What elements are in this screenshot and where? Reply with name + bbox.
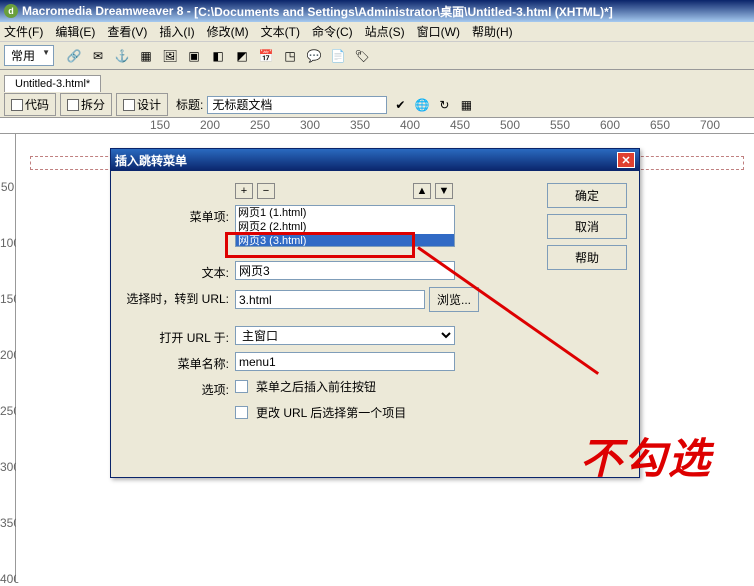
menu-modify[interactable]: 修改(M): [207, 23, 249, 40]
image-icon[interactable]: 🖼: [159, 45, 181, 67]
title-label: 标题:: [176, 96, 203, 113]
close-icon[interactable]: ✕: [617, 152, 635, 168]
menu-help[interactable]: 帮助(H): [472, 23, 513, 40]
url-input[interactable]: [235, 290, 425, 309]
comment-icon[interactable]: 💬: [303, 45, 325, 67]
refresh-icon[interactable]: ↻: [435, 96, 453, 114]
insert-go-button-checkbox[interactable]: [235, 380, 248, 393]
insert-toolbar: 常用 🔗 ✉ ⚓ ▦ 🖼 ▣ ◧ ◩ 📅 ◳ 💬 📄 🏷: [0, 42, 754, 70]
horizontal-ruler: 150200250 300350400 450500550 600650700: [0, 118, 754, 134]
div-icon[interactable]: ◧: [207, 45, 229, 67]
mail-icon[interactable]: ✉: [87, 45, 109, 67]
dialog-titlebar: 插入跳转菜单 ✕: [111, 149, 639, 171]
menu-commands[interactable]: 命令(C): [312, 23, 353, 40]
move-down-button[interactable]: ▼: [435, 183, 453, 199]
text-input[interactable]: [235, 261, 455, 280]
select-first-checkbox[interactable]: [235, 406, 248, 419]
open-in-select[interactable]: 主窗口: [235, 326, 455, 345]
date-icon[interactable]: 📅: [255, 45, 277, 67]
menu-edit[interactable]: 编辑(E): [55, 23, 95, 40]
app-title: Macromedia Dreamweaver 8: [22, 4, 183, 18]
split-view-button[interactable]: 拆分: [60, 93, 112, 116]
menu-insert[interactable]: 插入(I): [159, 23, 194, 40]
link-icon[interactable]: 🔗: [63, 45, 85, 67]
ok-button[interactable]: 确定: [547, 183, 627, 208]
table-icon[interactable]: ▦: [135, 45, 157, 67]
menu-name-label: 菜单名称:: [123, 352, 235, 372]
browse-button[interactable]: 浏览...: [429, 287, 479, 312]
highlight-box: [225, 232, 415, 258]
help-button[interactable]: 帮助: [547, 245, 627, 270]
dialog-title-text: 插入跳转菜单: [115, 152, 187, 169]
remove-item-button[interactable]: −: [257, 183, 275, 199]
document-title-input[interactable]: [207, 96, 387, 114]
tag-icon[interactable]: 🏷: [351, 45, 373, 67]
menubar: 文件(F) 编辑(E) 查看(V) 插入(I) 修改(M) 文本(T) 命令(C…: [0, 22, 754, 42]
app-titlebar: d Macromedia Dreamweaver 8 - [C:\Documen…: [0, 0, 754, 22]
vertical-ruler: 50100150 200250300 350400: [0, 134, 16, 582]
menu-name-input[interactable]: [235, 352, 455, 371]
document-tab[interactable]: Untitled-3.html*: [4, 75, 101, 92]
design-view-button[interactable]: 设计: [116, 93, 168, 116]
layer-icon[interactable]: ◩: [231, 45, 253, 67]
file-path: [C:\Documents and Settings\Administrator…: [194, 3, 613, 20]
insert-category-combo[interactable]: 常用: [4, 45, 54, 66]
media-icon[interactable]: ▣: [183, 45, 205, 67]
move-up-button[interactable]: ▲: [413, 183, 431, 199]
text-label: 文本:: [123, 261, 235, 281]
select-first-label: 更改 URL 后选择第一个项目: [256, 404, 406, 421]
template-icon[interactable]: 📄: [327, 45, 349, 67]
anchor-icon[interactable]: ⚓: [111, 45, 133, 67]
menu-site[interactable]: 站点(S): [365, 23, 405, 40]
menu-items-label: 菜单项:: [123, 205, 235, 225]
options-label: 选项:: [123, 378, 235, 398]
browser-icon[interactable]: 🌐: [413, 96, 431, 114]
app-icon: d: [4, 4, 18, 18]
validate-icon[interactable]: ✔: [391, 96, 409, 114]
code-view-button[interactable]: 代码: [4, 93, 56, 116]
tab-bar: Untitled-3.html*: [0, 70, 754, 92]
menu-file[interactable]: 文件(F): [4, 23, 43, 40]
add-item-button[interactable]: +: [235, 183, 253, 199]
options-icon[interactable]: ▦: [457, 96, 475, 114]
document-toolbar: 代码 拆分 设计 标题: ✔ 🌐 ↻ ▦: [0, 92, 754, 118]
menu-view[interactable]: 查看(V): [107, 23, 147, 40]
url-label: 选择时，转到 URL:: [123, 287, 235, 307]
list-item[interactable]: 网页1 (1.html): [236, 206, 454, 220]
annotation-text: 不勾选: [580, 425, 712, 486]
open-in-label: 打开 URL 于:: [123, 326, 235, 346]
cancel-button[interactable]: 取消: [547, 214, 627, 239]
jump-menu-dialog: 插入跳转菜单 ✕ + − ▲ ▼ 菜单项: 网页1 (1: [110, 148, 640, 478]
menu-text[interactable]: 文本(T): [261, 23, 300, 40]
server-icon[interactable]: ◳: [279, 45, 301, 67]
insert-go-button-label: 菜单之后插入前往按钮: [256, 378, 376, 395]
menu-window[interactable]: 窗口(W): [417, 23, 460, 40]
